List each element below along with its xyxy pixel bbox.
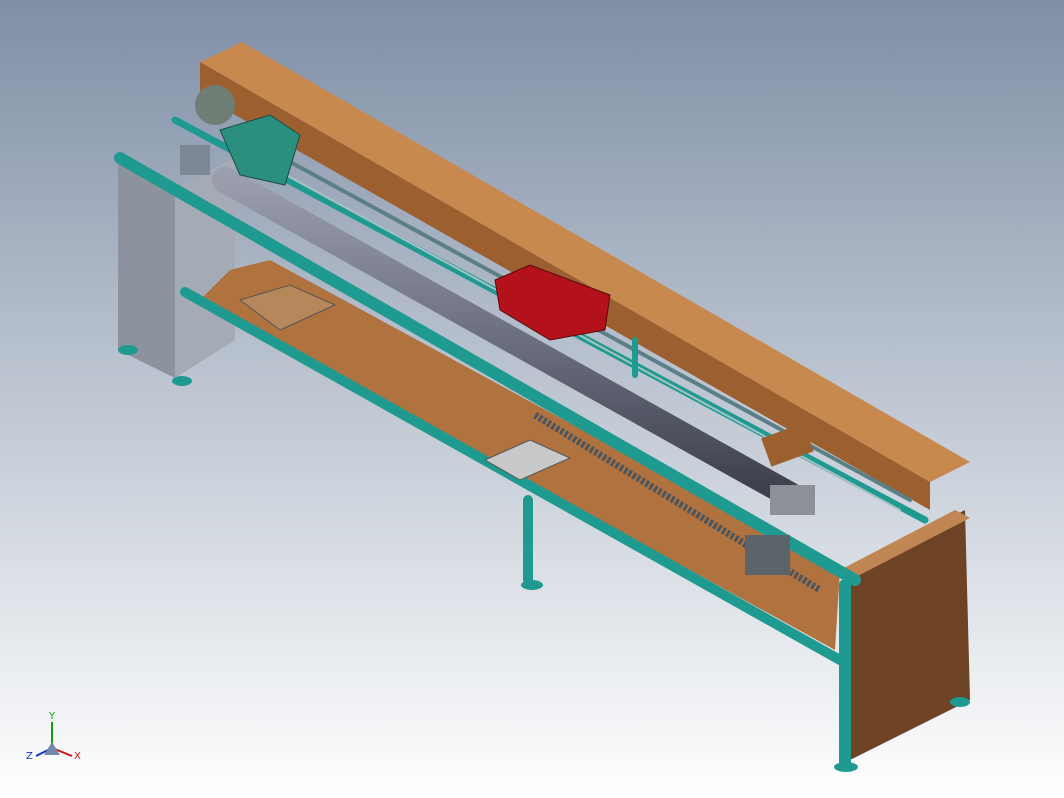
coordinate-triad: X Y Z — [26, 711, 81, 762]
foot-1 — [118, 345, 138, 355]
z-axis-label: Z — [26, 751, 33, 762]
y-axis-label: Y — [48, 711, 56, 722]
cad-model-scene[interactable] — [0, 0, 1064, 798]
3d-viewport[interactable]: X Y Z — [0, 0, 1064, 798]
motor-body — [195, 85, 235, 125]
x-axis-label: X — [74, 751, 81, 762]
foot-3 — [521, 580, 543, 590]
foot-2 — [172, 376, 192, 386]
limit-bracket — [745, 535, 790, 575]
foot-5 — [950, 697, 970, 707]
foot-4 — [834, 762, 858, 772]
motor-bracket — [180, 145, 210, 175]
triad-base-icon — [44, 742, 60, 755]
right-bearing-block — [770, 485, 815, 515]
